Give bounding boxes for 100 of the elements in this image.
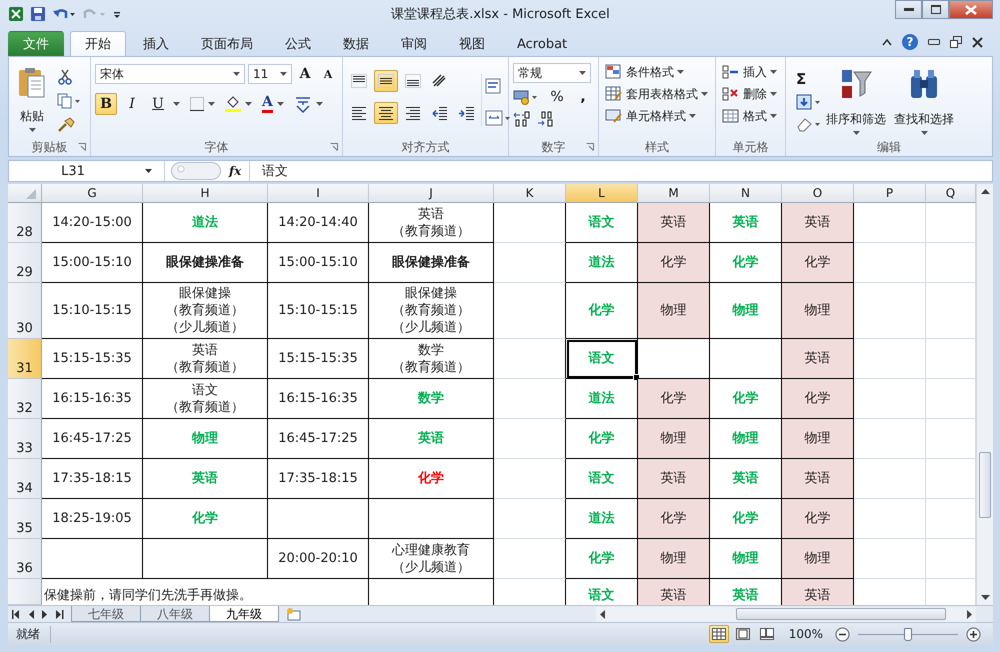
column-header[interactable]: H bbox=[143, 184, 268, 203]
ribbon-button[interactable]: 条件格式 bbox=[605, 61, 711, 83]
scroll-left-icon[interactable] bbox=[600, 610, 605, 618]
cut-icon[interactable] bbox=[57, 68, 73, 84]
font-color-button[interactable]: A bbox=[262, 95, 273, 113]
ribbon-button[interactable]: 格式 bbox=[722, 105, 781, 127]
last-sheet-icon[interactable] bbox=[56, 610, 64, 618]
maximize-button[interactable] bbox=[922, 0, 949, 19]
scrollbar-thumb[interactable] bbox=[736, 608, 946, 620]
ribbon-tab[interactable]: 审阅 bbox=[386, 31, 442, 56]
font-size-field[interactable]: 11 bbox=[248, 64, 292, 84]
borders-icon[interactable] bbox=[190, 97, 204, 111]
view-button[interactable] bbox=[708, 625, 729, 643]
minimize-icon[interactable] bbox=[928, 39, 940, 45]
ribbon-tab[interactable]: 数据 bbox=[328, 31, 384, 56]
paste-button[interactable]: 粘贴 bbox=[13, 65, 51, 134]
font-style-button[interactable]: I bbox=[121, 93, 143, 115]
merge-cells-icon[interactable] bbox=[485, 110, 511, 126]
eraser-icon[interactable] bbox=[796, 116, 822, 132]
zoom-level[interactable]: 100% bbox=[788, 627, 823, 641]
increase-decimal-icon[interactable] bbox=[513, 111, 531, 127]
font-name-field[interactable]: 宋体 bbox=[95, 64, 245, 84]
ribbon-button[interactable]: 删除 bbox=[722, 83, 781, 105]
zoom-out-icon[interactable] bbox=[835, 626, 850, 642]
column-header[interactable]: I bbox=[268, 184, 369, 203]
dialog-launcher-icon[interactable] bbox=[586, 143, 594, 151]
decrease-font-size-button[interactable]: A bbox=[318, 63, 338, 85]
previous-sheet-icon[interactable] bbox=[28, 610, 34, 618]
caret-icon[interactable] bbox=[173, 102, 180, 106]
sheet-tab[interactable]: 七年级 bbox=[71, 606, 141, 622]
row-header[interactable]: 34 bbox=[8, 459, 42, 499]
format-painter-icon[interactable] bbox=[57, 116, 75, 132]
ribbon-button[interactable]: 单元格样式 bbox=[605, 105, 711, 127]
row-header[interactable]: 28 bbox=[8, 203, 42, 243]
scroll-right-icon[interactable] bbox=[967, 610, 972, 618]
formula-field[interactable]: 语文 bbox=[249, 161, 992, 181]
row-header[interactable]: 30 bbox=[8, 283, 42, 339]
column-header[interactable]: J bbox=[369, 184, 494, 203]
insert-function-button[interactable]: fx bbox=[229, 164, 249, 178]
new-sheet-icon[interactable] bbox=[285, 607, 303, 621]
caret-icon[interactable] bbox=[245, 102, 252, 106]
number-format-field[interactable]: 常规 bbox=[513, 63, 591, 83]
close-button[interactable] bbox=[949, 0, 993, 19]
horizontal-scrollbar[interactable] bbox=[596, 606, 976, 622]
row-header[interactable]: 35 bbox=[8, 499, 42, 539]
column-header[interactable]: N bbox=[710, 184, 782, 203]
first-sheet-icon[interactable] bbox=[12, 610, 20, 618]
scroll-down-icon[interactable] bbox=[980, 595, 990, 600]
ribbon-tab[interactable]: 公式 bbox=[270, 31, 326, 56]
alignment-button[interactable] bbox=[374, 70, 398, 92]
increase-font-size-button[interactable]: A bbox=[295, 63, 315, 85]
row-header[interactable]: 32 bbox=[8, 379, 42, 419]
font-style-button[interactable]: U bbox=[147, 93, 169, 115]
ribbon-button[interactable]: 套用表格格式 bbox=[605, 83, 711, 105]
row-header[interactable]: 36 bbox=[8, 539, 42, 579]
ribbon-tab[interactable]: Acrobat bbox=[502, 31, 582, 56]
ribbon-button[interactable]: 插入 bbox=[722, 61, 781, 83]
next-sheet-icon[interactable] bbox=[42, 610, 48, 618]
fill-down-icon[interactable] bbox=[796, 94, 822, 110]
autosum-button[interactable]: Σ bbox=[796, 70, 816, 88]
ribbon-tab[interactable]: 视图 bbox=[444, 31, 500, 56]
sort-filter-button[interactable]: 排序和筛选 bbox=[822, 62, 890, 137]
ribbon-tab[interactable]: 开始 bbox=[70, 31, 126, 56]
copy-icon[interactable] bbox=[57, 92, 81, 108]
zoom-in-icon[interactable] bbox=[966, 626, 981, 642]
collapse-ribbon-icon[interactable] bbox=[882, 38, 892, 46]
column-header[interactable]: L bbox=[566, 184, 638, 203]
minimize-button[interactable] bbox=[895, 0, 922, 19]
caret-icon[interactable] bbox=[276, 102, 284, 106]
caret-icon[interactable] bbox=[316, 102, 323, 106]
zoom-slider-thumb[interactable] bbox=[904, 628, 912, 640]
ribbon-tab[interactable]: 页面布局 bbox=[186, 31, 268, 56]
vertical-scrollbar[interactable] bbox=[976, 184, 993, 605]
row-header[interactable]: 29 bbox=[8, 243, 42, 283]
save-icon[interactable] bbox=[30, 6, 46, 22]
find-select-button[interactable]: 查找和选择 bbox=[890, 62, 958, 137]
scrollbar-thumb[interactable] bbox=[979, 452, 991, 518]
name-box[interactable]: L31 bbox=[9, 161, 165, 181]
close-icon[interactable] bbox=[972, 36, 983, 48]
scroll-up-icon[interactable] bbox=[980, 189, 990, 194]
sheet-tab[interactable]: 八年级 bbox=[140, 606, 210, 622]
restore-icon[interactable] bbox=[950, 36, 962, 48]
phonetic-guide-icon[interactable] bbox=[294, 95, 312, 113]
ribbon-tab[interactable]: 插入 bbox=[128, 31, 184, 56]
font-style-button[interactable]: B bbox=[95, 93, 117, 115]
row-header[interactable]: 31 bbox=[8, 339, 42, 379]
fill-color-icon[interactable] bbox=[225, 96, 241, 112]
help-button[interactable]: ? bbox=[902, 34, 918, 50]
dialog-launcher-icon[interactable] bbox=[78, 143, 86, 151]
column-header[interactable]: P bbox=[854, 184, 926, 203]
row-header[interactable]: 33 bbox=[8, 419, 42, 459]
formula-bar-handle-icon[interactable] bbox=[171, 162, 221, 180]
decrease-decimal-icon[interactable] bbox=[537, 111, 555, 127]
alignment-button[interactable] bbox=[374, 102, 398, 124]
ribbon-tab[interactable]: 文件 bbox=[8, 31, 64, 56]
percent-button[interactable]: % bbox=[547, 89, 567, 105]
column-header[interactable]: G bbox=[42, 184, 143, 203]
dialog-launcher-icon[interactable] bbox=[330, 143, 338, 151]
caret-icon[interactable] bbox=[208, 102, 215, 106]
comma-button[interactable]: , bbox=[573, 89, 593, 105]
